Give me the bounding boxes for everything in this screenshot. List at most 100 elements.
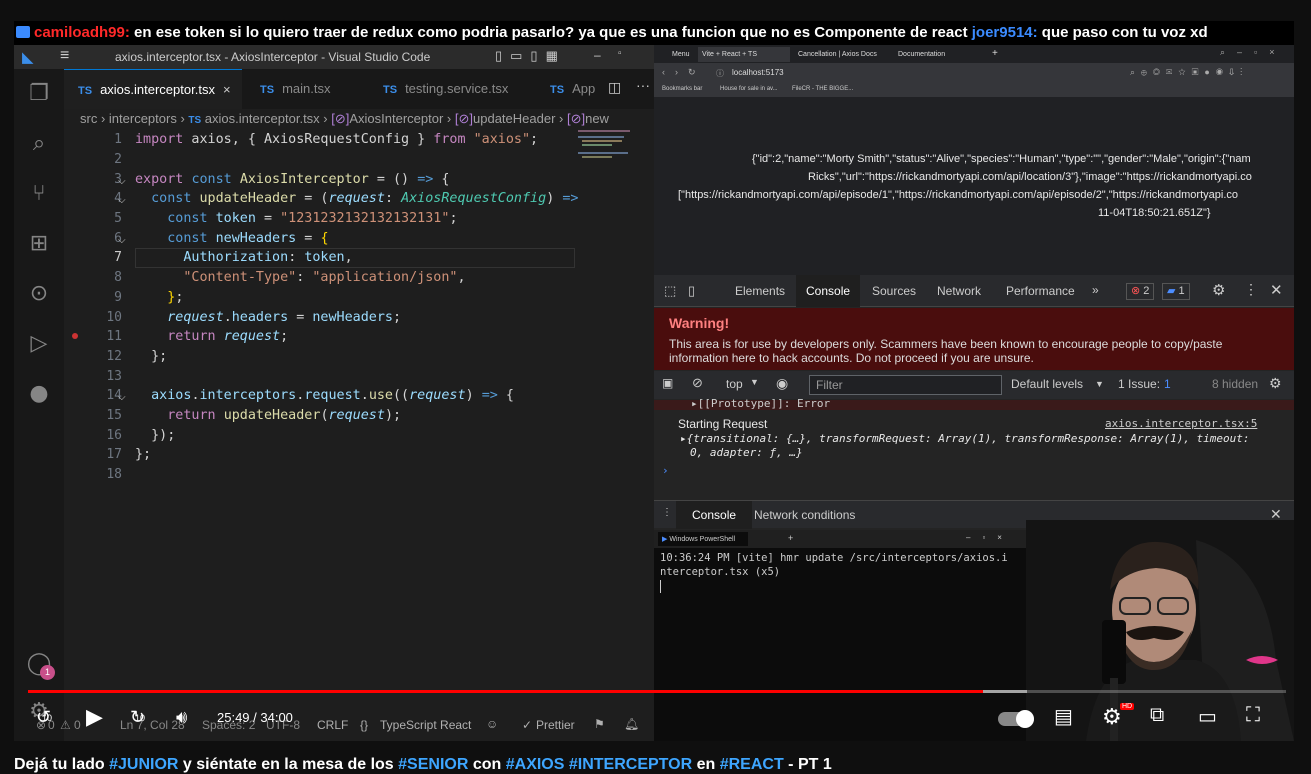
site-info-icon[interactable]: ⓘ	[716, 68, 724, 79]
tab-testing-service[interactable]: TS testing.service.tsx	[369, 69, 539, 109]
hidden-count: 8 hidden	[1212, 377, 1259, 391]
url-field[interactable]: localhost:5173	[732, 68, 784, 77]
log-object: 0, adapter: ƒ, …}	[690, 446, 803, 459]
menu-icon[interactable]: ≡	[60, 47, 69, 65]
crown-icon	[16, 26, 30, 38]
breakpoint-icon[interactable]	[72, 333, 78, 339]
chat-message: en ese token si lo quiero traer de redux…	[129, 24, 972, 41]
browser-tab[interactable]: Documentation	[894, 47, 984, 62]
explorer-icon[interactable]: ❐	[26, 81, 52, 107]
rewind-10-icon[interactable]: ↺ 10	[36, 707, 52, 728]
eye-icon[interactable]: ◉	[776, 375, 788, 392]
inspect-icon[interactable]: ⬚	[664, 283, 676, 299]
tab-main[interactable]: TS main.tsx	[246, 69, 366, 109]
json-line: 11-04T18:50:21.651Z"}	[1098, 207, 1211, 219]
nav-arrows-icon[interactable]: ‹›↻	[662, 67, 706, 78]
account-badge: 1	[40, 665, 55, 680]
new-tab-icon[interactable]: +	[788, 533, 793, 543]
code-line: request.headers = newHeaders;	[167, 310, 402, 325]
devtools-tabs: ⬚ ▯ Elements Console Sources Network Per…	[654, 275, 1294, 307]
code-line: });	[135, 428, 176, 443]
vscode-window: ◣ ≡ axios.interceptor.tsx - AxiosInterce…	[14, 45, 654, 741]
minimize-icon[interactable]: –	[594, 48, 601, 62]
new-tab-icon[interactable]: +	[992, 48, 998, 59]
theater-mode-icon[interactable]: ▭	[1198, 704, 1217, 729]
source-control-icon[interactable]: ⑂	[26, 181, 52, 207]
message-icon: ▰	[1167, 285, 1176, 297]
message-count[interactable]: ▰ 1	[1162, 283, 1190, 300]
powershell-icon: ▶	[662, 536, 668, 543]
sidebar-toggle-icon[interactable]: ▣	[662, 376, 673, 390]
breadcrumb: src › interceptors › TS axios.intercepto…	[80, 111, 609, 126]
close-icon[interactable]: ✕	[1270, 281, 1283, 299]
git-graph-icon[interactable]: ⊙	[26, 281, 52, 307]
hashtag-link[interactable]: #INTERCEPTOR	[569, 756, 692, 773]
issues-label[interactable]: 1 Issue:	[1118, 377, 1160, 391]
drawer-menu-icon[interactable]: ⋮	[662, 507, 672, 518]
console-log: ▸[[Prototype]]: Error Starting Request a…	[654, 397, 1294, 500]
layout-icons[interactable]: ▯▭▯▦	[495, 48, 566, 64]
more-actions-icon[interactable]: ···	[636, 77, 650, 93]
settings-icon[interactable]: ⚙	[1102, 704, 1122, 730]
github-icon[interactable]: ●	[26, 381, 52, 407]
browser-tab-active[interactable]: Vite + React + TS	[698, 47, 790, 62]
log-source-link[interactable]: axios.interceptor.tsx:5	[1105, 417, 1257, 430]
run-debug-icon[interactable]: ▷	[26, 331, 52, 357]
terminal-cursor	[660, 580, 661, 593]
tab-app[interactable]: TS App	[536, 69, 606, 109]
split-editor-icon[interactable]: ◫	[608, 79, 621, 96]
more-tabs-icon[interactable]: »	[1092, 283, 1099, 297]
hashtag-link[interactable]: #REACT	[720, 756, 784, 773]
tab-console[interactable]: Console	[796, 275, 861, 307]
tab-elements[interactable]: Elements	[735, 275, 785, 307]
close-icon[interactable]: ×	[223, 82, 231, 97]
drawer-tab-console[interactable]: Console	[676, 501, 753, 529]
clear-console-icon[interactable]: ⊘	[692, 375, 703, 391]
volume-icon[interactable]: 🔊︎	[176, 707, 187, 728]
device-toolbar-icon[interactable]: ▯	[688, 283, 695, 299]
search-icon[interactable]: ⌕	[26, 131, 52, 157]
settings-gear-icon[interactable]: ⚙	[1212, 281, 1225, 299]
extensions-icon[interactable]: ⊞	[26, 231, 52, 257]
levels-select[interactable]: Default levels	[1011, 377, 1083, 391]
fold-icon[interactable]: ⌵	[118, 392, 126, 403]
browser-tab[interactable]: Cancellation | Axios Docs	[794, 47, 890, 62]
maximize-icon[interactable]: ▫	[618, 48, 622, 59]
tab-sources[interactable]: Sources	[872, 275, 916, 307]
fold-icon[interactable]: ⌵	[118, 176, 126, 187]
terminal-tab[interactable]: ▶ Windows PowerShell	[658, 532, 748, 546]
video-title: Dejá tu lado #JUNIOR y siéntate en la me…	[14, 756, 832, 773]
autoplay-toggle[interactable]	[998, 710, 1034, 728]
fold-icon[interactable]: ⌵	[118, 195, 126, 206]
time-display: 25:49 / 34:00	[217, 710, 293, 725]
tab-axios-interceptor[interactable]: TS axios.interceptor.tsx ×	[64, 69, 242, 109]
more-options-icon[interactable]: ⋮	[1244, 281, 1258, 298]
video-progress-bar[interactable]	[28, 690, 1286, 693]
hashtag-link[interactable]: #SENIOR	[398, 756, 468, 773]
context-select[interactable]: top	[726, 377, 743, 391]
error-icon: ⊗	[1131, 285, 1141, 297]
drawer-tab-network-conditions[interactable]: Network conditions	[754, 508, 855, 522]
window-controls-icon[interactable]: ⌕–▫×	[1220, 47, 1287, 58]
browser-tab[interactable]: Menu	[668, 47, 698, 62]
extension-icons[interactable]: ⌕⊕◎✉☆▣●◉⇩⋮	[1130, 67, 1248, 78]
tab-network[interactable]: Network	[937, 275, 981, 307]
hashtag-link[interactable]: #JUNIOR	[109, 756, 178, 773]
log-object[interactable]: ▸{transitional: {…}, transformRequest: A…	[680, 432, 1250, 445]
filter-input[interactable]: Filter	[809, 375, 1002, 395]
error-count[interactable]: ⊗ 2	[1126, 283, 1155, 300]
subtitles-icon[interactable]: ▤	[1054, 704, 1073, 729]
forward-10-icon[interactable]: ↻ 10	[130, 707, 145, 728]
console-prompt-icon[interactable]: ›	[662, 464, 669, 477]
issues-count[interactable]: 1	[1164, 377, 1171, 391]
minimap[interactable]	[574, 126, 644, 166]
hashtag-link[interactable]: #AXIOS	[506, 756, 565, 773]
tab-performance[interactable]: Performance	[1006, 275, 1075, 307]
miniplayer-icon[interactable]: ⧉	[1150, 704, 1164, 727]
play-icon[interactable]: ▶	[86, 704, 103, 730]
log-prototype[interactable]: ▸[[Prototype]]: Error	[691, 397, 830, 410]
window-controls-icon[interactable]: –▫×	[966, 533, 1014, 542]
fullscreen-icon[interactable]: ⛶	[1246, 704, 1260, 727]
fold-icon[interactable]: ⌵	[118, 235, 126, 246]
console-settings-icon[interactable]: ⚙	[1269, 375, 1282, 392]
